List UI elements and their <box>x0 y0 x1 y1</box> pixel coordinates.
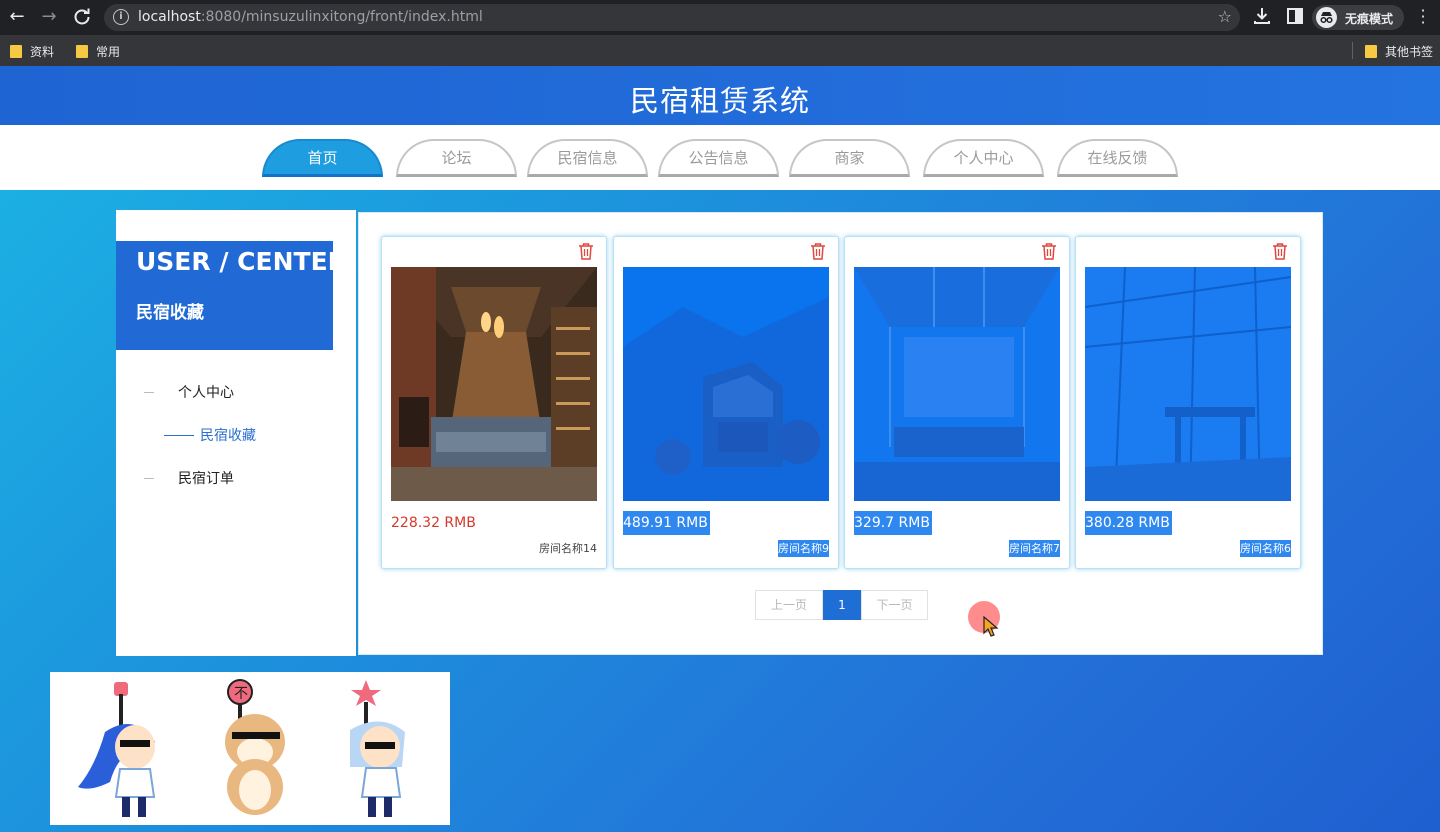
favorite-card[interactable]: 380.28 RMB 房间名称6 <box>1075 236 1301 569</box>
bookmark-folder-ziliao[interactable]: 资料 <box>10 42 54 60</box>
site-title: 民宿租赁系统 <box>629 84 810 118</box>
svg-text:不: 不 <box>234 686 248 702</box>
sidebar-header: USER / CENTER 民宿收藏 <box>116 241 347 350</box>
nav-tab-announcements[interactable]: 公告信息 <box>658 139 779 177</box>
bookmark-folder-changyong[interactable]: 常用 <box>76 42 120 60</box>
incognito-icon <box>1316 7 1337 28</box>
address-bar[interactable]: i localhost:8080/minsuzulinxitong/front/… <box>104 4 1240 31</box>
download-icon[interactable] <box>1252 6 1274 28</box>
main-nav: 首页 论坛 民宿信息 公告信息 商家 个人中心 在线反馈 <box>0 125 1440 190</box>
anime-girl-sticker <box>350 680 405 817</box>
room-photo[interactable] <box>854 267 1060 501</box>
next-page-button[interactable]: 下一页 <box>861 590 928 620</box>
favorite-card[interactable]: 489.91 RMB 房间名称9 <box>613 236 839 569</box>
folder-icon <box>1365 44 1377 58</box>
forward-arrow-icon[interactable]: → <box>37 5 61 29</box>
room-price: 489.91 RMB <box>623 511 710 535</box>
incognito-indicator[interactable]: 无痕模式 <box>1312 5 1404 30</box>
trash-icon[interactable] <box>1041 243 1057 260</box>
favorite-card[interactable]: 228.32 RMB 房间名称14 <box>381 236 607 569</box>
room-price: 329.7 RMB <box>854 511 932 535</box>
dash-marker <box>144 391 154 393</box>
pagination: 上一页 1 下一页 <box>755 590 928 620</box>
room-price: 228.32 RMB <box>391 515 476 531</box>
reload-icon[interactable] <box>70 5 94 29</box>
room-name: 房间名称6 <box>1240 540 1291 557</box>
page-1-button[interactable]: 1 <box>823 590 861 620</box>
room-photo[interactable] <box>1085 267 1291 501</box>
bookmark-star-icon[interactable]: ☆ <box>1218 7 1232 26</box>
shiba-dog-sticker: 不 <box>225 679 285 815</box>
user-center-sidebar: USER / CENTER 民宿收藏 个人中心 民宿收藏 民宿订单 <box>116 210 356 656</box>
side-panel-icon[interactable] <box>1285 6 1307 28</box>
nav-tab-home[interactable]: 首页 <box>262 139 383 177</box>
mouse-pointer-icon <box>983 616 999 637</box>
sidebar-item-orders[interactable]: 民宿订单 <box>144 468 234 488</box>
browser-toolbar: ← → i localhost:8080/minsuzulinxitong/fr… <box>0 0 1440 35</box>
room-name: 房间名称7 <box>1009 540 1060 557</box>
favorites-panel: 228.32 RMB 房间名称14 489.91 RMB 房间名称9 329.7… <box>358 212 1323 655</box>
room-name: 房间名称9 <box>778 540 829 557</box>
nav-tab-homestay-info[interactable]: 民宿信息 <box>527 139 648 177</box>
nav-tab-forum[interactable]: 论坛 <box>396 139 517 177</box>
trash-icon[interactable] <box>578 243 594 260</box>
sidebar-item-favorites[interactable]: 民宿收藏 <box>164 425 256 445</box>
sidebar-item-label: 民宿订单 <box>178 471 234 487</box>
sidebar-title-en: USER / CENTER <box>136 247 347 276</box>
dash-marker <box>164 434 194 436</box>
nav-tab-feedback[interactable]: 在线反馈 <box>1057 139 1178 177</box>
bookmarks-divider <box>1352 42 1353 59</box>
room-photo[interactable] <box>391 267 597 501</box>
url-text: localhost:8080/minsuzulinxitong/front/in… <box>138 9 483 25</box>
trash-icon[interactable] <box>810 243 826 260</box>
room-photo[interactable] <box>623 267 829 501</box>
trash-icon[interactable] <box>1272 243 1288 260</box>
bookmarks-bar: 资料 常用 其他书签 <box>0 35 1440 66</box>
sidebar-title-cn: 民宿收藏 <box>136 303 204 323</box>
site-info-icon[interactable]: i <box>113 9 129 25</box>
site-header: 民宿租赁系统 <box>0 66 1440 125</box>
folder-icon <box>10 44 22 58</box>
back-arrow-icon[interactable]: ← <box>5 5 29 29</box>
incognito-label: 无痕模式 <box>1345 12 1394 26</box>
sidebar-item-label: 民宿收藏 <box>200 428 256 444</box>
favorite-card[interactable]: 329.7 RMB 房间名称7 <box>844 236 1070 569</box>
dash-marker <box>144 477 154 479</box>
sidebar-item-personal-center[interactable]: 个人中心 <box>144 382 234 402</box>
folder-icon <box>76 44 88 58</box>
room-name: 房间名称14 <box>539 542 597 555</box>
page-body: 民宿租赁系统 首页 论坛 民宿信息 公告信息 商家 个人中心 在线反馈 USER… <box>0 66 1440 832</box>
sidebar-item-label: 个人中心 <box>178 385 234 401</box>
nav-tab-personal-center[interactable]: 个人中心 <box>923 139 1044 177</box>
anime-girl-sticker <box>78 682 156 817</box>
sticker-image: 不 <box>50 672 450 825</box>
nav-tab-merchants[interactable]: 商家 <box>789 139 910 177</box>
bookmark-folder-other[interactable]: 其他书签 <box>1365 42 1433 60</box>
browser-menu-icon[interactable]: · · · <box>1418 3 1428 31</box>
prev-page-button[interactable]: 上一页 <box>755 590 823 620</box>
room-price: 380.28 RMB <box>1085 511 1172 535</box>
